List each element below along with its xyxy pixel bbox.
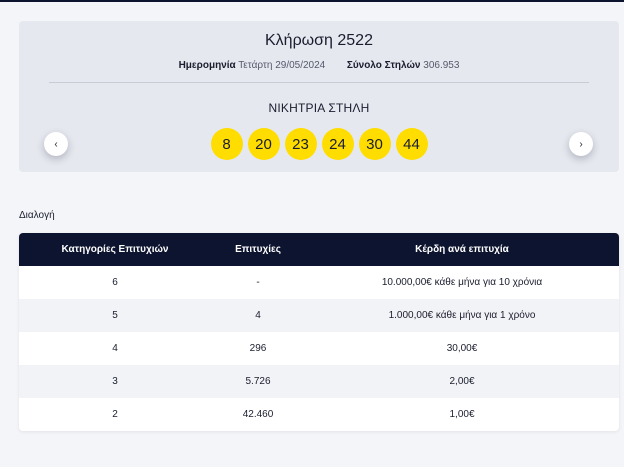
- previous-draw-button[interactable]: ‹: [44, 132, 68, 156]
- number-ball: 8: [210, 128, 243, 160]
- number-ball: 24: [321, 128, 354, 160]
- date-label: Ημερομηνία: [178, 60, 236, 71]
- winners-cell: 5.726: [245, 376, 271, 387]
- table-row: 5 4 1.000,00€ κάθε μήνα για 1 χρόνο: [19, 299, 619, 332]
- table-row: 3 5.726 2,00€: [19, 365, 619, 398]
- winning-column-label: ΝΙΚΗΤΡΙΑ ΣΤΗΛΗ: [268, 101, 370, 115]
- number-ball: 30: [358, 128, 391, 160]
- prize-cell: 2,00€: [449, 376, 475, 387]
- prize-cell: 1,00€: [449, 409, 475, 420]
- winners-cell: 42.460: [242, 409, 274, 420]
- header-categories: Κατηγορίες Επιτυχιών: [61, 244, 169, 255]
- draw-title: Κλήρωση 2522: [265, 32, 373, 49]
- number-ball: 20: [247, 128, 280, 160]
- section-label: Διαλογή: [19, 210, 55, 221]
- category-cell: 2: [112, 409, 118, 420]
- table-row: 4 296 30,00€: [19, 332, 619, 365]
- chevron-left-icon: ‹: [54, 138, 58, 150]
- prize-cell: 30,00€: [446, 343, 478, 354]
- draw-card: Κλήρωση 2522 Ημερομηνία Τετάρτη 29/05/20…: [19, 21, 619, 172]
- divider: [49, 82, 589, 83]
- chevron-right-icon: ›: [579, 138, 583, 150]
- category-cell: 6: [112, 277, 118, 288]
- columns-label: Σύνολο Στηλών: [346, 60, 421, 71]
- prize-cell: 10.000,00€ κάθε μήνα για 10 χρόνια: [381, 277, 543, 288]
- top-nav-strip: [0, 0, 624, 2]
- header-prize: Κέρδη ανά επιτυχία: [415, 244, 509, 255]
- table-row: 6 - 10.000,00€ κάθε μήνα για 10 χρόνια: [19, 266, 619, 299]
- header-winners: Επιτυχίες: [235, 244, 281, 255]
- number-ball: 23: [284, 128, 317, 160]
- results-table: Κατηγορίες Επιτυχιών Επιτυχίες Κέρδη ανά…: [19, 233, 619, 431]
- columns-value: 306.953: [423, 60, 460, 71]
- winners-cell: 296: [249, 343, 267, 354]
- winners-cell: 4: [255, 310, 261, 321]
- table-row: 2 42.460 1,00€: [19, 398, 619, 431]
- category-cell: 3: [112, 376, 118, 387]
- table-header-row: Κατηγορίες Επιτυχιών Επιτυχίες Κέρδη ανά…: [19, 233, 619, 266]
- number-ball: 44: [395, 128, 428, 160]
- winners-cell: -: [256, 277, 260, 288]
- winning-numbers: 8 20 23 24 30 44: [19, 128, 619, 160]
- prize-cell: 1.000,00€ κάθε μήνα για 1 χρόνο: [388, 310, 536, 321]
- results-table-card: Κατηγορίες Επιτυχιών Επιτυχίες Κέρδη ανά…: [19, 233, 619, 431]
- date-value: Τετάρτη 29/05/2024: [238, 60, 326, 71]
- category-cell: 5: [112, 310, 118, 321]
- draw-meta: Ημερομηνία Τετάρτη 29/05/2024 Σύνολο Στη…: [19, 60, 619, 71]
- category-cell: 4: [112, 343, 118, 354]
- next-draw-button[interactable]: ›: [569, 132, 593, 156]
